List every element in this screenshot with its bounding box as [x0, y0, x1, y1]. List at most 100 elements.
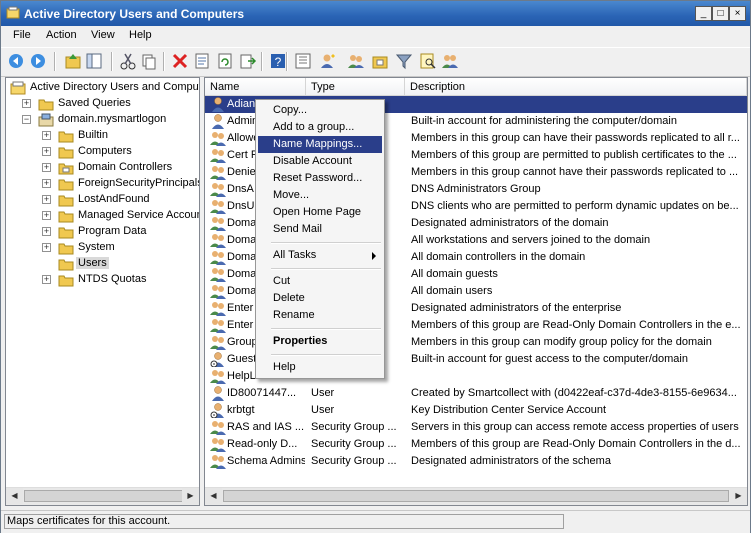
menu-help[interactable]: Help	[129, 29, 152, 41]
cell-description: Built-in account for administering the c…	[411, 115, 677, 127]
tree-item-domain-controllers[interactable]: + Domain Controllers	[6, 160, 199, 176]
new-ou-icon[interactable]	[371, 52, 389, 70]
tree-item-domain-mysmartlogon[interactable]: − domain.mysmartlogon	[6, 112, 199, 128]
list-row[interactable]: krbtgt User Key Distribution Center Servic…	[205, 402, 747, 419]
show-hide-tree-icon[interactable]	[85, 52, 103, 70]
context-item-label: Open Home Page	[273, 206, 362, 218]
context-item-rename[interactable]: Rename	[258, 307, 382, 324]
cut-icon[interactable]	[119, 52, 137, 70]
new-user-icon[interactable]	[319, 52, 337, 70]
context-item-open-home-page[interactable]: Open Home Page	[258, 204, 382, 221]
context-item-delete[interactable]: Delete	[258, 290, 382, 307]
expand-icon[interactable]: +	[42, 243, 51, 252]
context-item-properties[interactable]: Properties	[258, 333, 382, 350]
tree-horizontal-scrollbar[interactable]: ◀ ▶	[6, 487, 199, 505]
context-item-name-mappings[interactable]: Name Mappings...	[258, 136, 382, 153]
context-item-help[interactable]: Help	[258, 359, 382, 376]
list-row[interactable]: ID80071447... User Created by Smartcollect…	[205, 385, 747, 402]
title-bar[interactable]: Active Directory Users and Computers _ □…	[1, 1, 750, 26]
expand-icon[interactable]: +	[42, 147, 51, 156]
filter-icon[interactable]	[395, 52, 413, 70]
column-name-label: Name	[210, 81, 240, 93]
context-item-cut[interactable]: Cut	[258, 273, 382, 290]
tree-item-builtin[interactable]: + Builtin	[6, 128, 199, 144]
list-row[interactable]: Schema Admins Security Group ... Designate…	[205, 453, 747, 470]
toolbar-separator	[163, 52, 165, 71]
svg-text:?: ?	[275, 55, 282, 69]
folder-icon	[58, 193, 74, 207]
new-group-icon[interactable]	[347, 52, 365, 70]
context-item-label: Properties	[273, 335, 328, 347]
help-icon[interactable]: ?	[269, 52, 287, 70]
user-icon	[210, 402, 226, 419]
tree-item-foreignsecurityprincipals[interactable]: + ForeignSecurityPrincipals	[6, 176, 199, 192]
copy-icon[interactable]	[140, 52, 158, 70]
tree-item-label: domain.mysmartlogon	[58, 113, 167, 125]
find-objects-icon[interactable]	[419, 52, 437, 70]
tree-item-label: Managed Service Accounts	[78, 209, 200, 221]
group-icon	[210, 181, 226, 197]
delete-icon[interactable]	[171, 52, 189, 70]
user-icon	[210, 351, 226, 368]
group-icon	[210, 147, 226, 163]
menu-action[interactable]: Action	[46, 29, 77, 41]
domain-icon	[38, 113, 54, 127]
expand-icon[interactable]: +	[42, 211, 51, 220]
tree-item-label: Domain Controllers	[78, 161, 173, 173]
find-icon[interactable]	[294, 52, 312, 70]
tree-item-lostandfound[interactable]: + LostAndFound	[6, 192, 199, 208]
context-item-add-to-a-group[interactable]: Add to a group...	[258, 119, 382, 136]
context-item-move[interactable]: Move...	[258, 187, 382, 204]
export-icon[interactable]	[239, 52, 257, 70]
maximize-button[interactable]: □	[712, 6, 729, 21]
context-item-copy[interactable]: Copy...	[258, 102, 382, 119]
tree-item-program-data[interactable]: + Program Data	[6, 224, 199, 240]
refresh-icon[interactable]	[216, 52, 234, 70]
properties-icon[interactable]	[193, 52, 211, 70]
tree-item-managed-service-accounts[interactable]: + Managed Service Accounts	[6, 208, 200, 224]
expand-icon[interactable]: +	[42, 195, 51, 204]
expand-icon[interactable]: +	[42, 275, 51, 284]
forward-icon[interactable]	[29, 52, 47, 70]
collapse-icon[interactable]: −	[22, 115, 31, 124]
tree-item-active-directory-users-and-comput[interactable]: Active Directory Users and Comput	[6, 80, 199, 96]
tree-item-saved-queries[interactable]: + Saved Queries	[6, 96, 199, 112]
expand-icon[interactable]: +	[42, 163, 51, 172]
list-scroll-left-button[interactable]: ◀	[205, 488, 222, 504]
tree-item-users[interactable]: Users	[6, 256, 199, 272]
minimize-button[interactable]: _	[695, 6, 712, 21]
scroll-right-button[interactable]: ▶	[182, 488, 199, 504]
close-button[interactable]: ×	[729, 6, 746, 21]
tree-pane[interactable]: Active Directory Users and Comput + Saved …	[5, 77, 200, 506]
context-item-send-mail[interactable]: Send Mail	[258, 221, 382, 238]
back-icon[interactable]	[7, 52, 25, 70]
tree-item-ntds-quotas[interactable]: + NTDS Quotas	[6, 272, 199, 288]
add-to-group-icon[interactable]	[441, 52, 459, 70]
list-row[interactable]: RAS and IAS ... Security Group ... Servers…	[205, 419, 747, 436]
up-icon[interactable]	[64, 52, 82, 70]
tree-scroll-thumb[interactable]	[24, 490, 184, 502]
tree-item-computers[interactable]: + Computers	[6, 144, 199, 160]
menu-file[interactable]: File	[13, 29, 31, 41]
context-item-all-tasks[interactable]: All Tasks	[258, 247, 382, 264]
list-horizontal-scrollbar[interactable]: ◀ ▶	[205, 487, 747, 505]
column-header-type[interactable]: Type	[306, 78, 405, 96]
expand-icon[interactable]: +	[22, 99, 31, 108]
folder-icon	[58, 129, 74, 143]
tree-item-system[interactable]: + System	[6, 240, 199, 256]
column-header-description[interactable]: Description	[405, 78, 747, 96]
expand-icon[interactable]: +	[42, 227, 51, 236]
group-icon	[210, 266, 226, 282]
list-row[interactable]: Read-only D... Security Group ... Members …	[205, 436, 747, 453]
context-item-reset-password[interactable]: Reset Password...	[258, 170, 382, 187]
menu-view[interactable]: View	[91, 29, 115, 41]
expand-icon[interactable]: +	[42, 179, 51, 188]
scroll-left-button[interactable]: ◀	[6, 488, 23, 504]
expand-icon[interactable]: +	[42, 131, 51, 140]
list-scroll-right-button[interactable]: ▶	[730, 488, 747, 504]
context-item-label: Disable Account	[273, 155, 352, 167]
context-item-disable-account[interactable]: Disable Account	[258, 153, 382, 170]
column-header-name[interactable]: Name	[205, 78, 306, 96]
list-scroll-thumb[interactable]	[223, 490, 729, 502]
group-icon	[210, 334, 226, 350]
